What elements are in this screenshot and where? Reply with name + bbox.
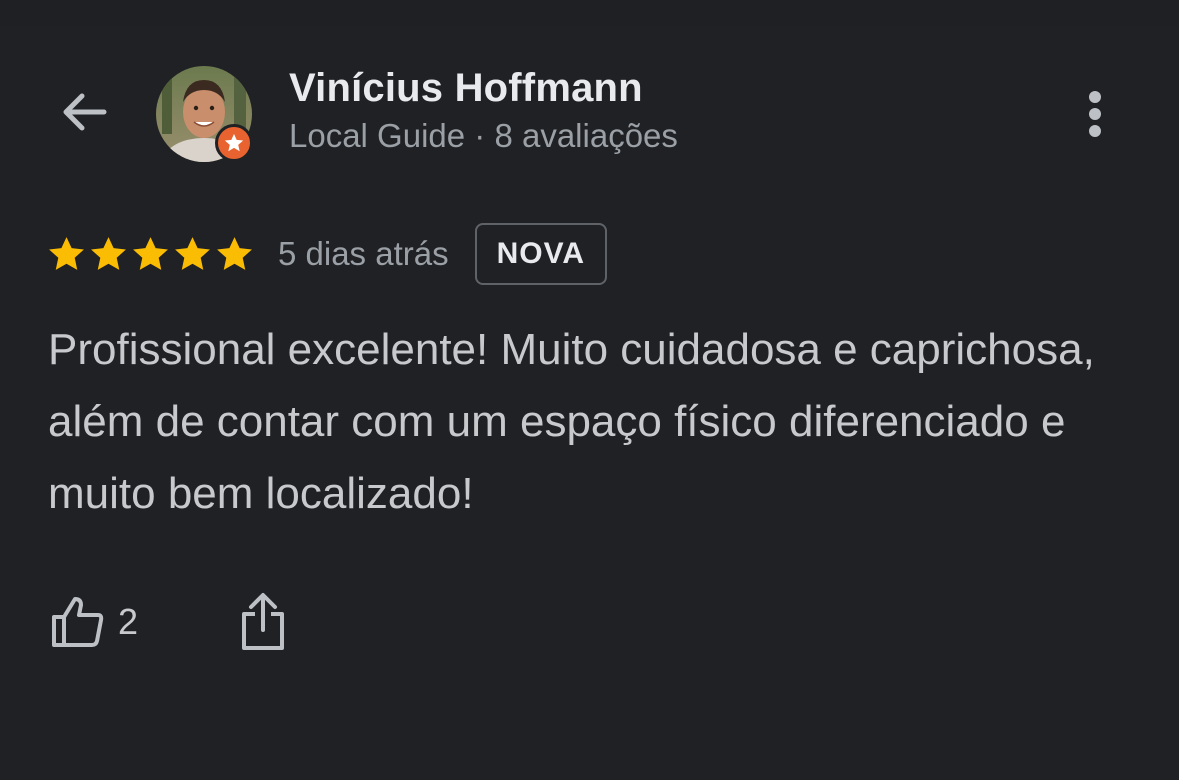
star-icon bbox=[175, 236, 210, 270]
new-badge: NOVA bbox=[474, 223, 608, 285]
user-avatar[interactable] bbox=[156, 66, 253, 162]
share-button[interactable] bbox=[238, 590, 288, 654]
star-rating bbox=[46, 234, 256, 275]
review-actions: 2 bbox=[48, 590, 288, 654]
review-text: Profissional excelente! Muito cuidadosa … bbox=[48, 325, 1095, 518]
local-guide-badge bbox=[215, 124, 253, 162]
local-guide-star-icon bbox=[224, 133, 244, 152]
back-button[interactable] bbox=[52, 80, 116, 144]
more-vertical-icon bbox=[1089, 91, 1101, 103]
star-icon bbox=[217, 236, 252, 270]
arrow-left-icon bbox=[63, 93, 107, 131]
share-icon bbox=[242, 593, 285, 650]
more-dot bbox=[1089, 108, 1101, 120]
review-date: 5 dias atrás bbox=[278, 235, 449, 272]
like-count: 2 bbox=[118, 601, 139, 642]
more-dot bbox=[1089, 125, 1101, 137]
like-button[interactable]: 2 bbox=[48, 593, 138, 651]
user-name[interactable]: Vinícius Hoffmann bbox=[289, 66, 643, 111]
star-icon bbox=[133, 236, 168, 270]
star-icon bbox=[91, 236, 126, 270]
thumbs-up-icon bbox=[52, 597, 104, 647]
user-meta: Local Guide · 8 avaliações bbox=[289, 117, 678, 154]
more-options-button[interactable] bbox=[1070, 84, 1120, 144]
star-icon bbox=[49, 236, 84, 270]
status-bar-area bbox=[0, 0, 1179, 26]
rating-row: 5 dias atrás NOVA bbox=[46, 221, 608, 287]
